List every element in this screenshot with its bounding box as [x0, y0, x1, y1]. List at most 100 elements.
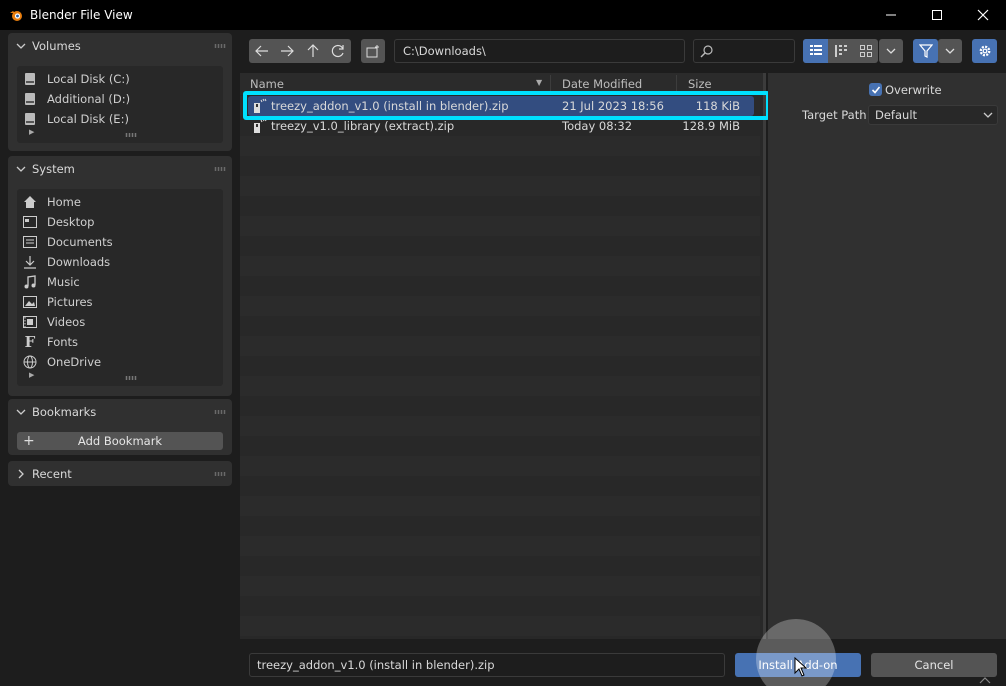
options-panel: Overwrite Target Path Default: [768, 73, 1006, 639]
horizontal-list-icon: [834, 45, 847, 57]
system-panel: System Home Desktop Documents Downloads: [8, 156, 232, 396]
row-stripe: [240, 136, 760, 156]
sidebar-item-local-disk-c[interactable]: Local Disk (C:): [17, 69, 223, 89]
row-stripe: [240, 216, 760, 236]
display-settings-dropdown[interactable]: [879, 39, 903, 63]
column-date-header[interactable]: Date Modified: [562, 77, 642, 91]
blender-logo-icon: [9, 8, 23, 22]
sidebar-item-desktop[interactable]: Desktop: [17, 212, 223, 232]
row-stripe: [240, 256, 760, 276]
refresh-icon: [332, 44, 344, 58]
row-stripe: [240, 456, 760, 476]
overwrite-checkbox[interactable]: [869, 83, 882, 96]
fonts-icon: F: [24, 333, 36, 351]
pictures-icon: [22, 295, 38, 309]
parent-directory-button[interactable]: [300, 39, 326, 63]
videos-icon: [22, 315, 38, 329]
sidebar-item-local-disk-e[interactable]: Local Disk (E:): [17, 109, 223, 129]
resize-handle-icon[interactable]: [125, 133, 137, 137]
globe-icon: [22, 355, 38, 369]
directory-path-input[interactable]: C:\Downloads\: [394, 39, 685, 63]
sidebar-item-onedrive[interactable]: OneDrive: [17, 352, 223, 372]
column-size-header[interactable]: Size: [688, 77, 712, 91]
cancel-button[interactable]: Cancel: [871, 653, 997, 677]
system-list: Home Desktop Documents Downloads Music P…: [17, 189, 223, 386]
close-icon[interactable]: [960, 0, 1006, 30]
arrow-right-icon: [281, 45, 295, 57]
mouse-cursor-icon: [794, 657, 808, 677]
sidebar-item-label: Music: [47, 275, 80, 289]
target-path-label: Target Path: [802, 108, 867, 122]
column-name-header[interactable]: Name: [250, 77, 284, 91]
row-stripe: [240, 576, 760, 596]
search-input[interactable]: [693, 39, 795, 63]
volumes-title: Volumes: [32, 39, 81, 53]
volumes-header[interactable]: Volumes: [8, 33, 232, 59]
new-directory-button[interactable]: [361, 39, 385, 63]
volumes-list: Local Disk (C:) Additional (D:) Local Di…: [17, 66, 223, 143]
sidebar-item-label: Pictures: [47, 295, 93, 309]
chevron-down-icon: [16, 41, 26, 51]
system-header[interactable]: System: [8, 156, 232, 182]
drag-handle-icon[interactable]: [214, 44, 226, 48]
sidebar-item-additional-d[interactable]: Additional (D:): [17, 89, 223, 109]
sidebar-item-pictures[interactable]: Pictures: [17, 292, 223, 312]
horizontal-list-button[interactable]: [828, 39, 853, 63]
drag-handle-icon[interactable]: [214, 472, 226, 476]
drag-handle-icon[interactable]: [214, 410, 226, 414]
filter-toggle-button[interactable]: [913, 39, 938, 63]
file-list-scrollbar[interactable]: [763, 73, 766, 639]
sidebar-item-videos[interactable]: Videos: [17, 312, 223, 332]
vertical-list-button[interactable]: [803, 39, 828, 63]
selection-highlight-box: [243, 91, 770, 120]
add-bookmark-button[interactable]: + Add Bookmark: [17, 432, 223, 450]
filename-input[interactable]: treezy_addon_v1.0 (install in blender).z…: [249, 653, 725, 677]
sort-descending-icon[interactable]: ▼: [536, 78, 542, 87]
arrow-up-icon: [307, 44, 319, 57]
minimize-icon[interactable]: [868, 0, 914, 30]
file-date: Today 08:32: [562, 119, 633, 133]
sidebar-item-downloads[interactable]: Downloads: [17, 252, 223, 272]
arrow-left-icon: [254, 45, 268, 57]
chevron-down-icon: [879, 39, 903, 63]
maximize-icon[interactable]: [914, 0, 960, 30]
options-toggle-button[interactable]: [972, 39, 997, 63]
back-button[interactable]: [249, 39, 275, 63]
target-path-value: Default: [875, 108, 918, 122]
row-stripe: [240, 236, 760, 256]
sidebar-item-label: Documents: [47, 235, 113, 249]
filter-settings-dropdown[interactable]: [938, 39, 962, 63]
target-path-dropdown[interactable]: Default: [868, 105, 998, 125]
chevron-up-icon[interactable]: [978, 676, 992, 684]
sidebar-item-fonts[interactable]: F Fonts: [17, 332, 223, 352]
row-stripe: [240, 336, 760, 356]
resize-handle-icon[interactable]: [125, 376, 137, 380]
system-title: System: [32, 162, 75, 176]
expand-triangle-icon[interactable]: ▶: [29, 371, 34, 379]
add-bookmark-label: Add Bookmark: [77, 434, 163, 448]
sidebar-item-home[interactable]: Home: [17, 192, 223, 212]
drag-handle-icon[interactable]: [214, 167, 226, 171]
forward-button[interactable]: [275, 39, 301, 63]
downloads-icon: [22, 255, 38, 269]
title-bar: Blender File View: [0, 0, 1006, 30]
sidebar-item-label: Desktop: [47, 215, 95, 229]
recent-header[interactable]: Recent: [8, 461, 232, 487]
vertical-list-icon: [809, 45, 822, 55]
thumbnails-button[interactable]: [853, 39, 878, 63]
directory-path-value: C:\Downloads\: [403, 44, 486, 58]
sidebar-item-label: Home: [47, 195, 81, 209]
row-stripe: [240, 356, 760, 376]
bookmarks-panel: Bookmarks + Add Bookmark: [8, 399, 232, 455]
overwrite-label[interactable]: Overwrite: [885, 83, 942, 97]
expand-triangle-icon[interactable]: ▶: [29, 128, 34, 136]
row-stripe: [240, 196, 760, 216]
sidebar-item-label: Downloads: [47, 255, 111, 269]
recent-title: Recent: [32, 467, 72, 481]
window-title: Blender File View: [30, 8, 133, 22]
bookmarks-header[interactable]: Bookmarks: [8, 399, 232, 425]
sidebar-item-music[interactable]: Music: [17, 272, 223, 292]
sidebar-item-documents[interactable]: Documents: [17, 232, 223, 252]
sidebar-item-label: Local Disk (C:): [47, 72, 130, 86]
refresh-button[interactable]: [326, 39, 352, 63]
